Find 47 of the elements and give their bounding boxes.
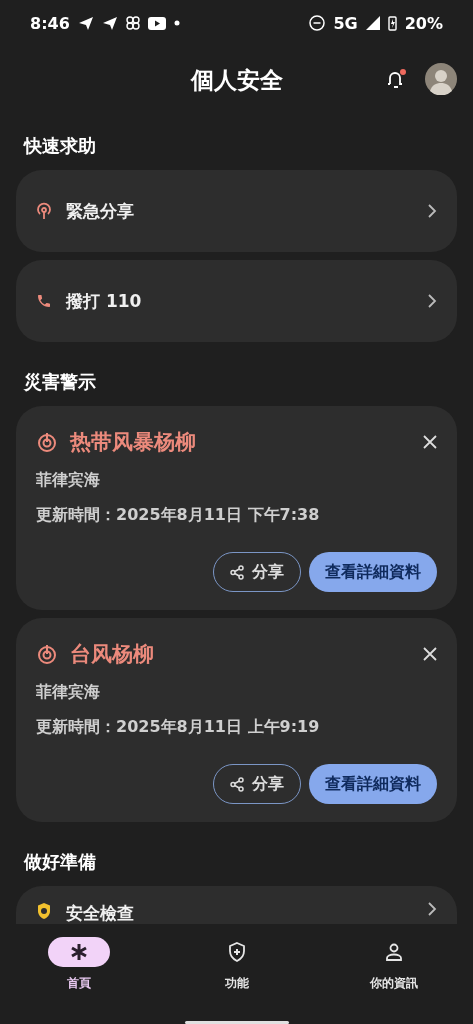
- network-text: 5G: [333, 13, 358, 33]
- details-button[interactable]: 查看詳細資料: [309, 552, 437, 592]
- action-row[interactable]: 安全檢查: [16, 886, 457, 924]
- share-icon: [230, 776, 244, 792]
- alert-region: 菲律宾海: [36, 682, 101, 703]
- battery-charging-icon: [387, 15, 397, 31]
- avatar[interactable]: [425, 63, 457, 95]
- alert-title: 台风杨柳: [70, 641, 155, 668]
- details-button[interactable]: 查看詳細資料: [309, 764, 437, 804]
- battery-text: 20%: [404, 13, 443, 33]
- chevron-right-icon: [427, 902, 437, 916]
- location-broadcast-icon: [36, 202, 52, 220]
- person-icon: [385, 943, 404, 961]
- chevron-right-icon: [427, 294, 437, 308]
- share-icon: [230, 564, 244, 580]
- signal-icon: [365, 16, 380, 30]
- section-title: 做好準備: [24, 850, 97, 874]
- phone-icon: [36, 293, 52, 309]
- row-label: 緊急分享: [66, 199, 135, 223]
- chevron-right-icon: [427, 204, 437, 218]
- section-title: 災害警示: [24, 370, 97, 394]
- row-label: 安全檢查: [66, 902, 135, 924]
- send-icon: [77, 16, 94, 30]
- row-label: 撥打 110: [66, 289, 143, 313]
- action-row[interactable]: 撥打 110: [16, 260, 457, 342]
- do-not-disturb-icon: [309, 15, 326, 31]
- alert-title: 热带风暴杨柳: [70, 429, 197, 456]
- video-play-icon: [147, 16, 166, 30]
- send-icon: [101, 16, 118, 30]
- nav-tab[interactable]: 首頁: [0, 936, 158, 993]
- alert-updated-time: 更新時間：2025年8月11日 上午9:19: [36, 717, 321, 738]
- clock-text: 8:46: [30, 13, 70, 33]
- alert-target-icon: [36, 431, 58, 453]
- nav-tab[interactable]: 功能: [157, 936, 316, 993]
- alert-target-icon: [36, 643, 58, 665]
- close-icon[interactable]: [423, 647, 437, 661]
- page-title: 個人安全: [190, 65, 283, 95]
- asterisk-icon: [69, 943, 88, 961]
- section-title: 快速求助: [24, 134, 97, 158]
- bell-icon[interactable]: [385, 68, 407, 90]
- alert-region: 菲律宾海: [36, 470, 101, 491]
- shield-plus-icon: [227, 942, 246, 962]
- nav-tab[interactable]: 你的資訊: [315, 936, 473, 993]
- dot-icon: [173, 20, 180, 26]
- close-icon[interactable]: [423, 435, 437, 449]
- alert-updated-time: 更新時間：2025年8月11日 下午7:38: [36, 505, 321, 526]
- action-row[interactable]: 緊急分享: [16, 170, 457, 252]
